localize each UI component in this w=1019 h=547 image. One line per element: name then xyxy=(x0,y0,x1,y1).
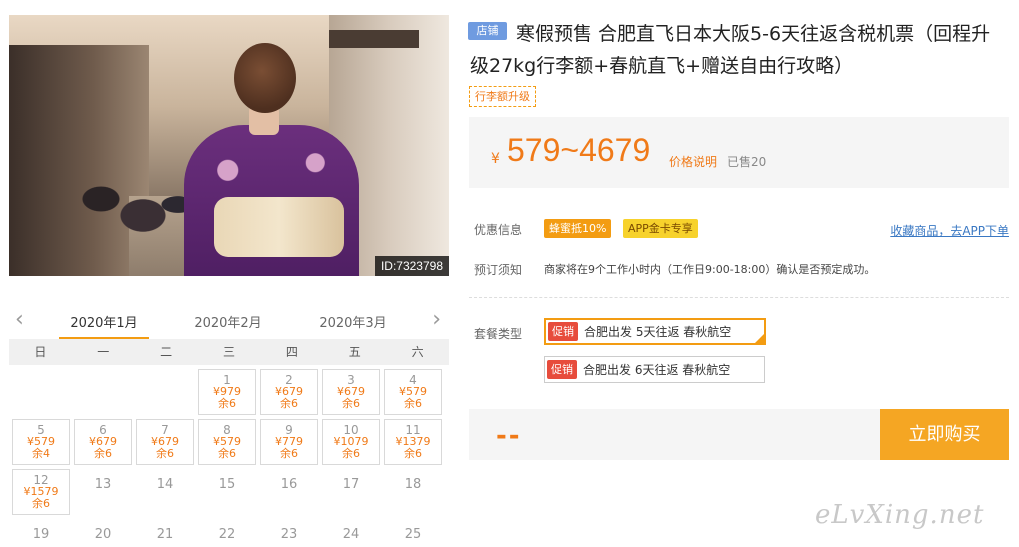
calendar-day-grid: 1 ¥979 余6 2 ¥679 余6 3 ¥679 余6 4 ¥579 余6 5 ¥579 余4 6 ¥679… xyxy=(9,365,449,547)
day-number: 21 xyxy=(156,527,174,542)
weekday-label: 四 xyxy=(285,345,298,359)
weekday-label: 六 xyxy=(411,345,424,359)
day-stock: 余6 xyxy=(218,447,236,460)
price-currency: ¥ xyxy=(491,151,500,167)
buy-now-button[interactable]: 立即购买 xyxy=(880,409,1009,460)
day-number: 24 xyxy=(342,527,360,542)
price-explain-link[interactable]: 价格说明 xyxy=(669,153,717,170)
favorite-app-link[interactable]: 收藏商品，去APP下单 xyxy=(890,222,1009,239)
day-number: 14 xyxy=(156,477,174,492)
calendar-month-tab[interactable]: 2020年3月 xyxy=(308,312,398,331)
package-option-label: 合肥出发 5天往返 春秋航空 xyxy=(584,325,732,339)
watermark-logo: eLvXing.net xyxy=(815,500,985,530)
day-number: 19 xyxy=(32,527,50,542)
calendar-day: 21 xyxy=(136,519,194,547)
day-stock: 余6 xyxy=(404,397,422,410)
calendar-day[interactable]: 7 ¥679 余6 xyxy=(136,419,194,465)
promo-badge: 蜂蜜抵10% xyxy=(544,219,612,238)
notice-text: 商家将在9个工作小时内（工作日9:00-18:00）确认是否预定成功。 xyxy=(544,263,876,276)
day-number: 16 xyxy=(280,477,298,492)
calendar-day: 18 xyxy=(384,469,442,515)
weekday-label: 一 xyxy=(97,345,110,359)
day-stock: 余6 xyxy=(280,397,298,410)
selected-price: -- xyxy=(496,421,522,451)
calendar-day: 22 xyxy=(198,519,256,547)
weekday-label: 二 xyxy=(160,345,173,359)
package-option-label: 合肥出发 6天往返 春秋航空 xyxy=(583,363,731,377)
day-stock: 余6 xyxy=(32,497,50,510)
promo-badge: APP金卡专享 xyxy=(623,219,698,238)
sold-count: 已售20 xyxy=(727,155,767,169)
day-number: 18 xyxy=(404,477,422,492)
package-option-selected[interactable]: 促销 合肥出发 5天往返 春秋航空 xyxy=(544,318,766,345)
day-number: 15 xyxy=(218,477,236,492)
hero-scene-roof xyxy=(329,30,419,48)
calendar-day[interactable]: 1 ¥979 余6 xyxy=(198,369,256,415)
weekday-label: 日 xyxy=(34,345,47,359)
calendar-day: 24 xyxy=(322,519,380,547)
shop-badge: 店铺 xyxy=(468,22,507,40)
weekday-label: 五 xyxy=(348,345,361,359)
day-stock: 余6 xyxy=(342,397,360,410)
promo-tag: 促销 xyxy=(548,322,578,341)
calendar-day: 20 xyxy=(74,519,132,547)
day-number: 23 xyxy=(280,527,298,542)
day-number: 17 xyxy=(342,477,360,492)
calendar-day[interactable]: 11 ¥1379 余6 xyxy=(384,419,442,465)
price-range: 579~4679 xyxy=(507,132,651,168)
day-stock: 余6 xyxy=(156,447,174,460)
hero-scene-hair xyxy=(234,43,296,113)
day-stock: 余6 xyxy=(342,447,360,460)
calendar-day: 14 xyxy=(136,469,194,515)
chevron-left-icon[interactable]: ‹ xyxy=(15,308,24,332)
selected-check-icon xyxy=(755,334,764,343)
calendar-day: 25 xyxy=(384,519,442,547)
day-number: 22 xyxy=(218,527,236,542)
package-label: 套餐类型 xyxy=(474,327,523,341)
calendar-day[interactable]: 5 ¥579 余4 xyxy=(12,419,70,465)
calendar-day[interactable]: 2 ¥679 余6 xyxy=(260,369,318,415)
day-stock: 余6 xyxy=(280,447,298,460)
image-id-badge: ID:7323798 xyxy=(374,256,449,276)
calendar-day[interactable]: 9 ¥779 余6 xyxy=(260,419,318,465)
day-stock: 余6 xyxy=(404,447,422,460)
calendar-day: 17 xyxy=(322,469,380,515)
day-number: 13 xyxy=(94,477,112,492)
chevron-right-icon[interactable]: › xyxy=(432,308,441,332)
hero-scene-obi xyxy=(214,197,344,257)
promo-label: 优惠信息 xyxy=(474,223,523,237)
calendar-month-tab[interactable]: 2020年2月 xyxy=(183,312,273,331)
calendar-day: 19 xyxy=(12,519,70,547)
weekday-label: 三 xyxy=(223,345,236,359)
hero-scene-crowd xyxy=(59,155,199,265)
calendar-day[interactable]: 10 ¥1079 余6 xyxy=(322,419,380,465)
calendar-day: 16 xyxy=(260,469,318,515)
divider xyxy=(469,297,1009,298)
calendar-month-nav: ‹ 2020年1月 2020年2月 2020年3月 › xyxy=(9,302,449,342)
calendar-day[interactable]: 12 ¥1579 余6 xyxy=(12,469,70,515)
calendar-day[interactable]: 8 ¥579 余6 xyxy=(198,419,256,465)
product-title: 寒假预售 合肥直飞日本大阪5-6天往返含税机票（回程升级27kg行李额+春航直飞… xyxy=(470,23,991,77)
package-option[interactable]: 促销 合肥出发 6天往返 春秋航空 xyxy=(544,356,765,383)
calendar-day[interactable]: 6 ¥679 余6 xyxy=(74,419,132,465)
product-hero-image: ID:7323798 xyxy=(9,15,449,276)
calendar-weekday-header: 日 一 二 三 四 五 六 xyxy=(9,339,449,365)
day-stock: 余6 xyxy=(218,397,236,410)
calendar-day: 15 xyxy=(198,469,256,515)
calendar-day[interactable]: 4 ¥579 余6 xyxy=(384,369,442,415)
calendar-day[interactable]: 3 ¥679 余6 xyxy=(322,369,380,415)
feature-tag: 行李额升级 xyxy=(469,86,536,107)
promo-tag: 促销 xyxy=(547,360,577,379)
notice-label: 预订须知 xyxy=(474,263,523,277)
day-stock: 余6 xyxy=(94,447,112,460)
calendar-month-tab[interactable]: 2020年1月 xyxy=(59,312,149,331)
day-number: 25 xyxy=(404,527,422,542)
calendar-day: 13 xyxy=(74,469,132,515)
price-panel: ¥ 579~4679 价格说明 已售20 xyxy=(469,117,1009,188)
day-stock: 余4 xyxy=(32,447,50,460)
calendar-day: 23 xyxy=(260,519,318,547)
day-number: 20 xyxy=(94,527,112,542)
